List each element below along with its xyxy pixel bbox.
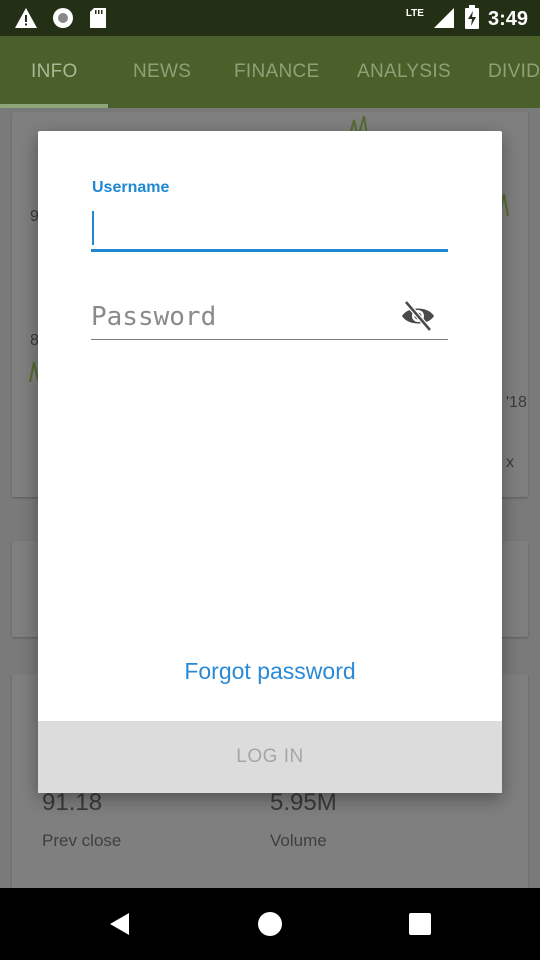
tab-news[interactable]: NEWS [133,36,191,108]
eye-off-icon [400,300,436,337]
login-dialog: Username Forgot password LOG IN [38,131,502,793]
clock: 3:49 [487,8,528,30]
back-icon [110,913,129,935]
tab-info[interactable]: INFO [31,36,78,108]
sd-card-icon [88,7,108,34]
battery-charging-icon [464,5,480,34]
tab-analysis[interactable]: ANALYSIS [357,36,451,108]
recents-button[interactable] [384,888,456,960]
username-label: Username [92,179,170,196]
recents-icon [409,913,431,935]
warning-icon [14,7,38,34]
status-bar: LTE 3:49 [0,0,540,36]
username-input[interactable] [91,209,448,252]
navigation-bar [0,888,540,960]
back-button[interactable] [84,888,156,960]
login-button[interactable]: LOG IN [38,721,502,793]
prev-close-value: 91.18 [42,789,103,816]
tab-indicator [0,104,108,108]
volume-value: 5.95M [270,789,337,816]
password-input[interactable] [91,295,448,340]
prev-close-label: Prev close [42,831,122,850]
toggle-password-visibility-button[interactable] [400,299,436,333]
tab-bar: INFO NEWS FINANCE ANALYSIS DIVID [0,36,540,108]
signal-icon [432,5,456,34]
background-axis-mark: x [506,454,514,471]
volume-label: Volume [270,831,327,850]
home-button[interactable] [234,888,306,960]
sync-circle-icon [52,7,74,34]
home-icon [258,912,282,936]
tab-dividends[interactable]: DIVID [488,36,540,108]
background-axis-mark: '18 [506,394,527,411]
network-type: LTE [405,8,424,19]
tab-finance[interactable]: FINANCE [234,36,320,108]
forgot-password-link[interactable]: Forgot password [38,658,502,685]
text-caret [92,211,94,245]
